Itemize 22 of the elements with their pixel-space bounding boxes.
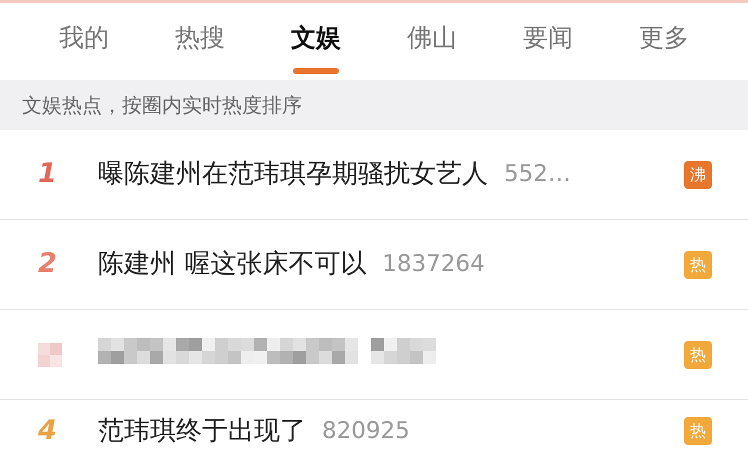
tab[interactable]: 要闻 xyxy=(490,3,606,80)
topic-title[interactable]: 范玮琪终于出现了 xyxy=(98,412,306,450)
heat-count: 552… xyxy=(504,160,571,190)
tab[interactable]: 佛山 xyxy=(374,3,490,80)
tab[interactable]: 文娱 xyxy=(258,3,374,80)
pixelated-rank-icon xyxy=(38,342,62,367)
heat-badge: 沸 xyxy=(684,160,712,188)
heat-badge: 热 xyxy=(684,340,712,368)
heat-badge: 热 xyxy=(684,250,712,278)
section-hint: 文娱热点，按圈内实时热度排序 xyxy=(0,80,748,130)
rank-number: 1 xyxy=(38,157,58,192)
tab[interactable]: 更多 xyxy=(606,3,722,80)
heat-badge: 热 xyxy=(684,417,712,445)
topic-title[interactable]: 陈建州 喔这张床不可以 xyxy=(98,245,366,284)
tab[interactable]: 我的 xyxy=(26,3,142,80)
topic-title[interactable]: 曝陈建州在范玮琪孕期骚扰女艺人 xyxy=(98,155,488,194)
rank-number: 2 xyxy=(38,247,58,282)
rank-number: 4 xyxy=(38,414,58,448)
heat-count: 820925 xyxy=(322,416,410,446)
tab[interactable]: 热搜 xyxy=(142,3,258,80)
heat-count: 1837264 xyxy=(382,250,485,280)
active-tab-indicator xyxy=(293,68,339,74)
